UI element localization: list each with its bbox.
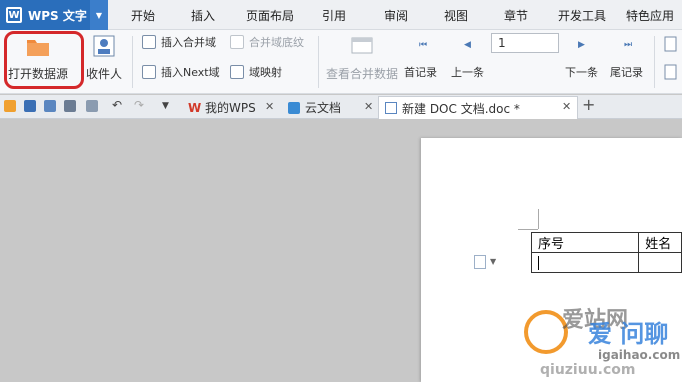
add-tab-icon[interactable]: + xyxy=(582,95,595,114)
tab-label: 新建 DOC 文档.doc * xyxy=(402,101,520,116)
table-row: 序号 姓名 xyxy=(530,232,682,253)
field-mapping-button[interactable]: 域映射 xyxy=(230,64,282,80)
table-cell[interactable] xyxy=(638,252,682,273)
menu-bar: W WPS 文字 ▼ 开始 插入 页面布局 引用 审阅 视图 章节 开发工具 特… xyxy=(0,0,682,30)
prev-record-icon: ◀ xyxy=(464,40,471,50)
menu-review[interactable]: 审阅 xyxy=(372,0,420,30)
data-table[interactable]: 序号 姓名 xyxy=(530,232,682,273)
open-icon[interactable] xyxy=(4,100,16,112)
app-name: WPS 文字 xyxy=(28,8,87,23)
margin-mark xyxy=(518,229,538,230)
first-record-button[interactable]: 首记录 xyxy=(404,64,437,80)
mapping-icon xyxy=(230,65,244,79)
ribbon-separator xyxy=(132,36,133,88)
table-header-cell[interactable]: 序号 xyxy=(530,232,640,253)
prev-record-label: 上一条 xyxy=(451,66,484,79)
document-icon xyxy=(385,102,397,114)
recipients-button[interactable]: 收件人 xyxy=(86,33,122,82)
margin-mark xyxy=(538,209,539,229)
menu-developer[interactable]: 开发工具 xyxy=(552,0,612,30)
table-row xyxy=(530,252,682,273)
recipients-icon xyxy=(93,35,115,57)
record-number-input[interactable]: 1 xyxy=(491,33,559,53)
shading-icon xyxy=(230,35,244,49)
close-icon[interactable]: ✕ xyxy=(562,100,571,113)
last-record-icon: ⏭ xyxy=(624,40,633,50)
tab-cloud-docs[interactable]: 云文档 xyxy=(282,96,376,119)
last-record-button[interactable]: 尾记录 xyxy=(610,64,643,80)
insert-merge-field-label: 插入合并域 xyxy=(161,36,216,49)
wps-icon: W xyxy=(188,100,202,115)
document-icon[interactable] xyxy=(664,64,678,80)
chevron-down-icon[interactable]: ▼ xyxy=(90,0,108,30)
insert-next-field-label: 插入Next域 xyxy=(161,66,220,79)
tab-label: 我的WPS xyxy=(205,101,256,115)
merge-field-shading-button[interactable]: 合并域底纹 xyxy=(230,34,304,50)
cloud-icon xyxy=(288,101,300,114)
first-record-label: 首记录 xyxy=(404,66,437,79)
menu-references[interactable]: 引用 xyxy=(310,0,358,30)
last-record-label: 尾记录 xyxy=(610,66,643,79)
menu-page-layout[interactable]: 页面布局 xyxy=(238,0,302,30)
text-cursor xyxy=(538,255,539,270)
wps-logo-icon: W xyxy=(6,7,22,23)
menu-insert[interactable]: 插入 xyxy=(178,0,228,30)
insert-next-field-button[interactable]: 插入Next域 xyxy=(142,64,220,80)
close-icon[interactable]: ✕ xyxy=(265,100,274,113)
ribbon-separator xyxy=(318,36,319,88)
chevron-down-icon[interactable]: ▼ xyxy=(162,101,174,113)
undo-icon[interactable]: ↶ xyxy=(112,98,124,112)
ribbon-toolbar: 打开数据源 收件人 插入合并域 合并域底纹 插入Next域 域映射 查看合并数据… xyxy=(0,30,682,94)
table-header-cell[interactable]: 姓名 xyxy=(638,232,682,253)
redo-icon[interactable]: ↷ xyxy=(134,98,146,112)
save-icon[interactable] xyxy=(24,100,36,112)
next-record-button[interactable]: 下一条 xyxy=(565,64,598,80)
prev-record-button[interactable]: 上一条 xyxy=(451,64,484,80)
view-merged-data-button[interactable]: 查看合并数据 xyxy=(326,33,398,82)
next-field-icon xyxy=(142,65,156,79)
field-mapping-label: 域映射 xyxy=(249,66,282,79)
close-icon[interactable]: ✕ xyxy=(364,100,373,113)
first-record-icon: ⏮ xyxy=(419,40,428,50)
document-icon[interactable] xyxy=(664,36,678,52)
view-data-icon xyxy=(351,37,373,54)
print-icon[interactable] xyxy=(64,100,76,112)
tab-new-doc[interactable]: 新建 DOC 文档.doc * xyxy=(378,96,578,119)
menu-special[interactable]: 特色应用 xyxy=(618,0,682,30)
view-merged-data-label: 查看合并数据 xyxy=(326,67,399,81)
tab-my-wps[interactable]: W 我的WPS xyxy=(182,96,278,119)
chevron-down-icon[interactable]: ▼ xyxy=(490,257,496,266)
table-cell[interactable] xyxy=(530,252,640,273)
menu-home[interactable]: 开始 xyxy=(118,0,168,30)
insert-merge-field-button[interactable]: 插入合并域 xyxy=(142,34,216,50)
tab-strip: ↶ ↷ ▼ W 我的WPS ✕ 云文档 ✕ 新建 DOC 文档.doc * ✕ … xyxy=(0,95,682,119)
tab-label: 云文档 xyxy=(305,101,342,115)
save-as-icon[interactable] xyxy=(44,100,56,112)
next-record-icon: ▶ xyxy=(578,40,585,50)
recipients-label: 收件人 xyxy=(86,67,123,81)
highlight-annotation xyxy=(4,31,84,89)
merge-field-shading-label: 合并域底纹 xyxy=(249,36,304,49)
next-record-label: 下一条 xyxy=(565,66,598,79)
app-menu-button[interactable]: W WPS 文字 ▼ xyxy=(0,0,108,30)
paragraph-icon[interactable] xyxy=(474,255,486,269)
merge-field-icon xyxy=(142,35,156,49)
ribbon-separator xyxy=(654,36,655,88)
menu-chapter[interactable]: 章节 xyxy=(492,0,540,30)
print-preview-icon[interactable] xyxy=(86,100,98,112)
menu-view[interactable]: 视图 xyxy=(432,0,480,30)
